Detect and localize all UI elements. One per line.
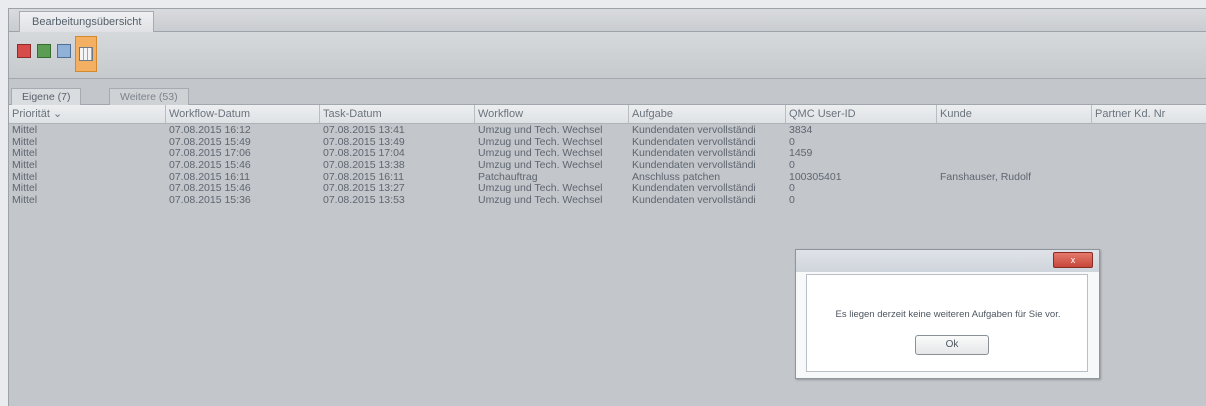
cell-partner-kd-nr <box>1092 194 1095 206</box>
table-row[interactable]: Mittel 07.08.2015 15:46 07.08.2015 13:27… <box>9 182 1206 194</box>
cell-kunde <box>937 194 940 206</box>
cell-qmc-user-id: 3834 <box>789 124 813 136</box>
table-view-icon <box>79 47 93 61</box>
column-header-aufgabe[interactable]: Aufgabe <box>629 105 786 123</box>
table-row[interactable]: Mittel 07.08.2015 15:46 07.08.2015 13:38… <box>9 159 1206 171</box>
dialog-body: Es liegen derzeit keine weiteren Aufgabe… <box>806 274 1088 372</box>
column-header-task-datum[interactable]: Task-Datum <box>320 105 475 123</box>
cell-prioritaet: Mittel <box>12 124 38 136</box>
sort-indicator-icon: ⌄ <box>52 108 63 120</box>
cell-aufgabe: Kundendaten vervollständi <box>632 135 756 148</box>
cell-qmc-user-id: 0 <box>789 135 795 148</box>
cell-workflow: Umzug und Tech. Wechsel <box>478 124 603 136</box>
cell-workflow: Umzug und Tech. Wechsel <box>478 194 603 207</box>
cell-prioritaet: Mittel <box>12 159 38 172</box>
cell-prioritaet: Mittel <box>12 194 38 207</box>
cell-workflow-datum: 07.08.2015 17:06 <box>169 147 251 160</box>
table-row[interactable]: Mittel 07.08.2015 15:49 07.08.2015 13:49… <box>9 136 1206 148</box>
table-body: Mittel 07.08.2015 16:12 07.08.2015 13:41… <box>9 124 1206 206</box>
cell-workflow-datum: 07.08.2015 15:46 <box>169 182 251 195</box>
cell-task-datum: 07.08.2015 13:49 <box>323 135 405 148</box>
subtab-strip: Eigene (7) Weitere (53) <box>9 86 1206 105</box>
excel-export-icon <box>37 44 51 58</box>
table-header: Priorität ⌄ Workflow-Datum Task-Datum Wo… <box>9 105 1206 124</box>
cell-partner-kd-nr <box>1092 171 1095 183</box>
excel-export-button[interactable] <box>35 42 53 60</box>
cell-workflow-datum: 07.08.2015 15:46 <box>169 159 251 172</box>
column-header-workflow-datum[interactable]: Workflow-Datum <box>166 105 320 123</box>
cell-prioritaet: Mittel <box>12 135 38 148</box>
cell-partner-kd-nr <box>1092 147 1095 159</box>
column-header-kunde[interactable]: Kunde <box>937 105 1092 123</box>
cell-task-datum: 07.08.2015 17:04 <box>323 147 405 160</box>
table-row[interactable]: Mittel 07.08.2015 15:36 07.08.2015 13:53… <box>9 194 1206 206</box>
ok-button[interactable]: Ok <box>915 335 989 355</box>
tab-eigene[interactable]: Eigene (7) <box>11 88 82 105</box>
cell-workflow-datum: 07.08.2015 15:49 <box>169 135 251 148</box>
top-tab-strip: Bearbeitungsübersicht <box>9 9 1206 32</box>
cell-qmc-user-id: 100305401 <box>789 170 842 183</box>
tab-bearbeitungsuebersicht[interactable]: Bearbeitungsübersicht <box>19 11 155 32</box>
cell-aufgabe: Kundendaten vervollständi <box>632 147 756 160</box>
document-button[interactable] <box>55 42 73 60</box>
column-header-qmc-user-id[interactable]: QMC User-ID <box>786 105 937 123</box>
cell-qmc-user-id: 0 <box>789 194 795 207</box>
dialog-titlebar[interactable]: x <box>796 250 1099 272</box>
column-header-label: Priorität <box>12 108 50 120</box>
cell-prioritaet: Mittel <box>12 182 38 195</box>
cell-aufgabe: Anschluss patchen <box>632 170 721 183</box>
column-header-prioritaet[interactable]: Priorität ⌄ <box>9 105 166 123</box>
cell-prioritaet: Mittel <box>12 170 38 183</box>
cell-task-datum: 07.08.2015 13:53 <box>323 194 405 207</box>
cell-kunde <box>937 159 940 171</box>
cell-workflow-datum: 07.08.2015 16:12 <box>169 124 251 136</box>
document-icon <box>57 44 71 58</box>
toolbar <box>9 32 1206 79</box>
cell-qmc-user-id: 1459 <box>789 147 813 160</box>
cell-kunde: Fanshauser, Rudolf <box>940 170 1032 183</box>
cell-partner-kd-nr <box>1092 182 1095 194</box>
info-dialog: x Es liegen derzeit keine weiteren Aufga… <box>795 249 1100 379</box>
table-row[interactable]: Mittel 07.08.2015 16:12 07.08.2015 13:41… <box>9 124 1206 136</box>
cell-workflow: Umzug und Tech. Wechsel <box>478 182 603 195</box>
cell-aufgabe: Kundendaten vervollständi <box>632 124 756 136</box>
cell-workflow: Umzug und Tech. Wechsel <box>478 147 603 160</box>
table-row[interactable]: Mittel 07.08.2015 17:06 07.08.2015 17:04… <box>9 147 1206 159</box>
dialog-message: Es liegen derzeit keine weiteren Aufgabe… <box>835 309 1061 320</box>
cell-aufgabe: Kundendaten vervollständi <box>632 182 756 195</box>
cell-kunde <box>937 124 940 136</box>
cell-task-datum: 07.08.2015 13:27 <box>323 182 405 195</box>
cell-partner-kd-nr <box>1092 136 1095 148</box>
cell-task-datum: 07.08.2015 16:11 <box>323 170 404 183</box>
cell-kunde <box>937 147 940 159</box>
cell-workflow: Umzug und Tech. Wechsel <box>478 159 603 172</box>
tab-weitere[interactable]: Weitere (53) <box>109 88 189 105</box>
cell-aufgabe: Kundendaten vervollständi <box>632 194 756 207</box>
cell-aufgabe: Kundendaten vervollständi <box>632 159 756 172</box>
close-icon: x <box>1070 255 1076 265</box>
cell-task-datum: 07.08.2015 13:38 <box>323 159 405 172</box>
cell-task-datum: 07.08.2015 13:41 <box>323 124 405 136</box>
cell-workflow-datum: 07.08.2015 15:36 <box>169 194 251 207</box>
cell-qmc-user-id: 0 <box>789 159 795 172</box>
column-header-partner-kd-nr[interactable]: Partner Kd. Nr <box>1092 105 1206 123</box>
cell-partner-kd-nr <box>1092 124 1095 136</box>
cell-kunde <box>937 136 940 148</box>
cell-workflow-datum: 07.08.2015 16:11 <box>169 170 250 183</box>
close-button[interactable]: x <box>1053 252 1093 268</box>
column-header-workflow[interactable]: Workflow <box>475 105 629 123</box>
table-row[interactable]: Mittel 07.08.2015 16:11 07.08.2015 16:11… <box>9 171 1206 183</box>
table-view-button[interactable] <box>75 36 97 72</box>
pdf-export-button[interactable] <box>15 42 33 60</box>
cell-workflow: Umzug und Tech. Wechsel <box>478 135 603 148</box>
cell-qmc-user-id: 0 <box>789 182 795 195</box>
cell-partner-kd-nr <box>1092 159 1095 171</box>
cell-kunde <box>937 182 940 194</box>
cell-prioritaet: Mittel <box>12 147 38 160</box>
pdf-export-icon <box>17 44 31 58</box>
cell-workflow: Patchauftrag <box>478 170 538 183</box>
